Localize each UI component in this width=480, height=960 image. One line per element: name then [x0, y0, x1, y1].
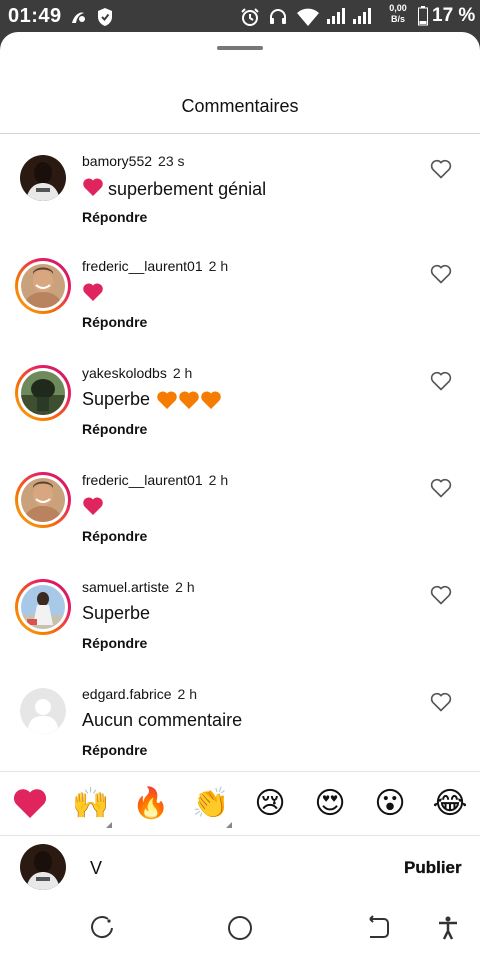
recent-apps-button[interactable] [88, 914, 116, 942]
divider [0, 771, 480, 772]
comment-input[interactable] [90, 856, 380, 880]
comment-text: Superbe [82, 389, 222, 410]
comments-sheet: Commentaires bamory552 23 s superbement g… [0, 32, 480, 960]
comment-username[interactable]: edgard.fabrice [82, 686, 172, 702]
emoji-quick-bar: 🙌 🔥 👏 😢 😍 😮 😂 [0, 774, 480, 836]
back-button[interactable] [364, 914, 392, 942]
headset-icon [268, 7, 288, 32]
comment-time: 2 h [172, 365, 193, 381]
shield-icon [96, 7, 114, 32]
wifi-icon [296, 7, 320, 32]
crying-emoji-button[interactable]: 😢 [252, 786, 288, 822]
fire-emoji-button[interactable]: 🔥 [132, 786, 169, 822]
red-heart-emoji [82, 177, 104, 202]
system-nav-bar [0, 896, 480, 960]
heart-outline-icon[interactable] [430, 371, 452, 391]
comment-header: frederic__laurent01 2 h [82, 258, 228, 274]
default-avatar-icon[interactable] [20, 688, 66, 734]
orange-hearts-emoji [156, 390, 222, 410]
red-heart-emoji [82, 496, 104, 521]
status-bar: 01:49 0,00 B/s 17 % [0, 0, 480, 32]
avatar [21, 264, 65, 308]
comment-item: frederic__laurent01 2 h Répondre [0, 472, 480, 579]
comment-time: 2 h [177, 686, 197, 702]
heart-outline-icon[interactable] [430, 692, 452, 712]
comment-text [82, 496, 104, 521]
avatar[interactable] [20, 155, 66, 201]
publish-button[interactable]: Publier [404, 858, 462, 878]
avatar [21, 371, 65, 415]
reply-button[interactable]: Répondre [82, 209, 147, 225]
comment-composer: Publier [0, 836, 480, 896]
comment-header: frederic__laurent01 2 h [82, 472, 228, 488]
status-time: 01:49 [8, 5, 62, 27]
heart-emoji-button[interactable] [12, 786, 48, 822]
heart-eyes-emoji-button[interactable]: 😍 [312, 786, 348, 822]
comment-username[interactable]: bamory552 [82, 153, 152, 169]
avatar [20, 844, 66, 890]
sheet-title: Commentaires [181, 96, 299, 116]
comment-time: 2 h [208, 472, 229, 488]
comment-text: Superbe [82, 603, 151, 623]
reply-button[interactable]: Répondre [82, 528, 147, 544]
avatar [21, 478, 65, 522]
variant-indicator [106, 822, 112, 828]
comment-text: Aucun commentaire [82, 710, 243, 730]
battery-percent: 17 % [432, 5, 476, 26]
heart-outline-icon[interactable] [430, 585, 452, 605]
divider [0, 133, 480, 134]
app-notification-icon [68, 7, 88, 32]
signal-icon [326, 7, 346, 30]
laughing-emoji-button[interactable]: 😂 [432, 786, 468, 822]
comment-username[interactable]: samuel.artiste [82, 579, 169, 595]
alarm-icon [240, 7, 260, 32]
surprised-emoji-button[interactable]: 😮 [372, 786, 408, 822]
raised-hands-emoji-button[interactable]: 🙌 [72, 786, 109, 822]
comment-item: frederic__laurent01 2 h Répondre [0, 258, 480, 365]
comment-time: 2 h [208, 258, 229, 274]
comment-text [82, 282, 104, 307]
comment-item: bamory552 23 s superbement génial Répondr… [0, 153, 480, 260]
comment-header: samuel.artiste 2 h [82, 579, 195, 595]
variant-indicator [226, 822, 232, 828]
reply-button[interactable]: Répondre [82, 742, 147, 758]
comment-username[interactable]: frederic__laurent01 [82, 472, 203, 488]
reply-button[interactable]: Répondre [82, 314, 147, 330]
comment-username[interactable]: frederic__laurent01 [82, 258, 203, 274]
comment-text: superbement génial [82, 177, 266, 202]
heart-outline-icon[interactable] [430, 159, 452, 179]
avatar-story-ring[interactable] [15, 472, 71, 528]
comment-header: edgard.fabrice 2 h [82, 686, 197, 702]
red-heart-emoji [82, 282, 104, 307]
net-speed: 0,00 B/s [389, 3, 407, 24]
signal-icon-2 [352, 7, 372, 30]
comment-item: samuel.artiste 2 h Superbe Répondre [0, 579, 480, 686]
avatar-story-ring[interactable] [15, 579, 71, 635]
home-button[interactable] [226, 914, 254, 942]
comment-header: yakeskolodbs 2 h [82, 365, 192, 381]
avatar-story-ring[interactable] [15, 258, 71, 314]
accessibility-icon[interactable] [434, 914, 462, 942]
avatar-story-ring[interactable] [15, 365, 71, 421]
comment-header: bamory552 23 s [82, 153, 185, 169]
avatar [21, 585, 65, 629]
clapping-emoji-button[interactable]: 👏 [192, 786, 229, 822]
heart-outline-icon[interactable] [430, 264, 452, 284]
comment-item: yakeskolodbs 2 h Superbe Répondre [0, 365, 480, 472]
comment-username[interactable]: yakeskolodbs [82, 365, 167, 381]
comment-time: 2 h [175, 579, 195, 595]
heart-outline-icon[interactable] [430, 478, 452, 498]
drag-handle[interactable] [217, 46, 263, 50]
battery-icon [418, 6, 428, 31]
comment-time: 23 s [158, 153, 185, 169]
reply-button[interactable]: Répondre [82, 635, 147, 651]
reply-button[interactable]: Répondre [82, 421, 147, 437]
